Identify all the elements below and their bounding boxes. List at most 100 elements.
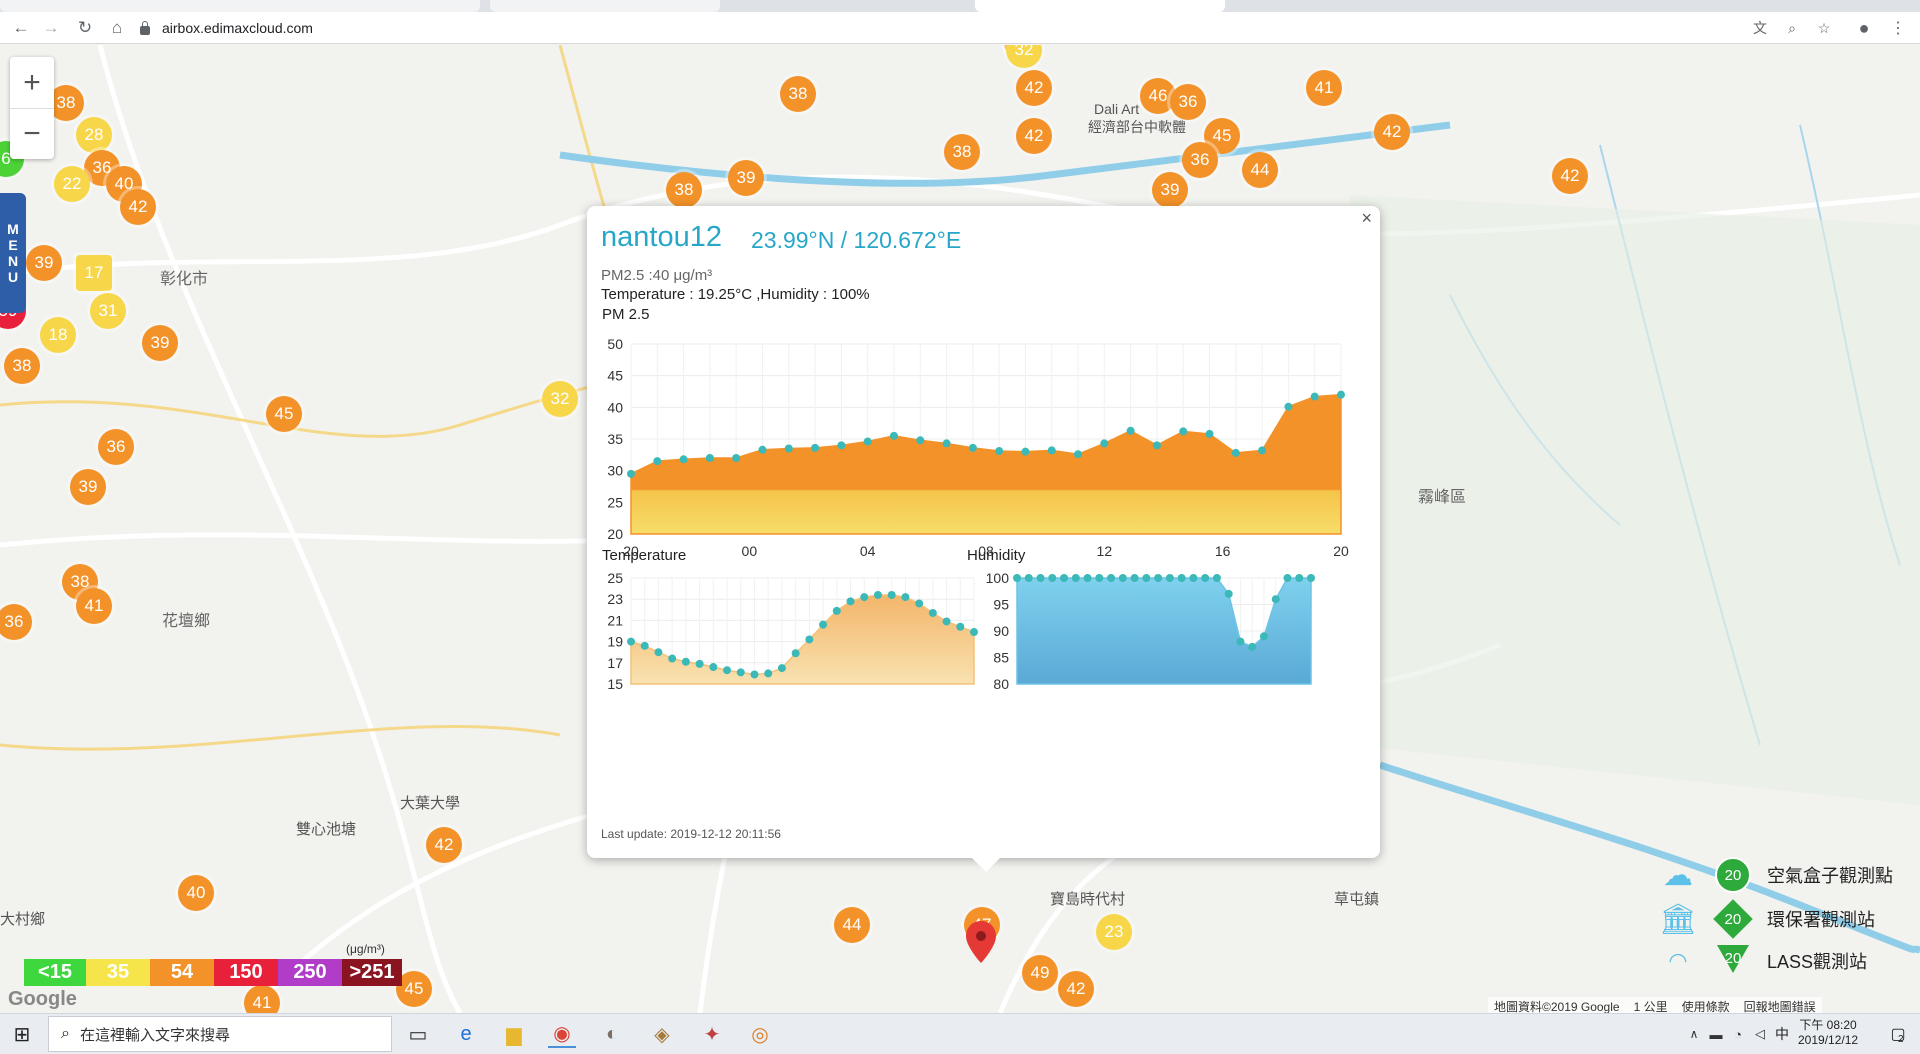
sensor-cluster[interactable]: 42 [426,827,462,863]
sensor-cluster[interactable]: 39 [26,245,62,281]
sensor-cluster[interactable]: 36 [98,429,134,465]
chart-title: PM 2.5 [602,306,650,323]
data-point [1142,574,1151,582]
windows-start-icon[interactable]: ⊞ [8,1020,36,1048]
sensor-cluster[interactable]: 41 [1306,70,1342,106]
reload-icon[interactable]: ↻ [72,15,98,41]
sensor-cluster[interactable]: 23 [1096,914,1132,950]
sensor-cluster[interactable]: 17 [76,255,112,291]
app-icon[interactable]: ◈ [648,1020,676,1048]
browser-toolbar: ← → ↻ ⌂ airbox.edimaxcloud.com 文 ⌕ ☆ ● ⋮ [0,12,1920,44]
taskbar-search-box[interactable]: ⌕ 在這裡輸入文字來搜尋 [48,1016,392,1052]
temp-humidity-reading: Temperature : 19.25°C ,Humidity : 100% [601,286,870,303]
scale-item: <15 [24,959,86,986]
edge-icon[interactable]: e [452,1020,480,1048]
scale-item: >251 [342,959,402,986]
more-icon[interactable]: ⋮ [1886,15,1910,41]
data-point [1036,574,1045,582]
data-point [1236,637,1245,646]
sensor-cluster[interactable]: 40 [178,875,214,911]
tab[interactable] [490,0,720,12]
sensor-cluster[interactable]: 44 [1242,152,1278,188]
data-point [1083,574,1092,582]
taskbar-clock[interactable]: 下午 08:20 2019/12/12 [1798,1018,1858,1048]
data-point [1231,448,1240,457]
sensor-cluster[interactable]: 32 [542,381,578,417]
sensor-cluster[interactable]: 45 [266,396,302,432]
scale-item: 150 [214,959,278,986]
report-error-link[interactable]: 回報地圖錯誤 [1744,998,1816,1013]
forward-icon[interactable]: → [38,15,64,41]
menu-letter: N [7,253,19,269]
data-point [681,657,690,666]
chrome-icon[interactable]: ◉ [548,1020,576,1048]
sensor-cluster[interactable]: 22 [54,166,90,202]
station-coordinates: 23.99°N / 120.672°E [751,227,962,253]
blender-icon[interactable]: ◎ [746,1020,774,1048]
data-point [942,439,951,448]
star-icon[interactable]: ☆ [1812,15,1836,41]
sensor-cluster[interactable]: 31 [90,293,126,329]
sensor-cluster[interactable]: 36 [1170,84,1206,120]
sensor-cluster[interactable]: 39 [1152,172,1188,208]
sensor-cluster[interactable]: 42 [120,189,156,225]
sensor-cluster[interactable]: 38 [666,172,702,208]
sensor-cluster[interactable]: 49 [1022,955,1058,991]
sensor-cluster[interactable]: 39 [728,160,764,196]
legend-label: 空氣盒子觀測點 [1767,866,1893,886]
home-icon[interactable]: ⌂ [104,15,130,41]
zoom-in-button[interactable]: + [10,57,54,108]
sensor-cluster[interactable]: 36 [1182,142,1218,178]
tab-active[interactable] [975,0,1225,12]
sensor-cluster[interactable]: 18 [40,317,76,353]
address-bar[interactable]: airbox.edimaxcloud.com [140,15,1780,41]
data-point [732,454,741,462]
sensor-cluster[interactable]: 39 [142,325,178,361]
sensor-cluster[interactable]: 38 [4,348,40,384]
data-point [1118,574,1127,582]
sensor-cluster[interactable]: 41 [76,588,112,624]
sensor-cluster[interactable]: 39 [70,469,106,505]
tab[interactable] [0,0,480,12]
y-tick-label: 50 [607,336,623,352]
data-point [1060,574,1069,582]
series-area [1016,577,1312,685]
map-attribution: 地圖資料©2019 Google 1 公里 使用條款 回報地圖錯誤 [1488,997,1822,1013]
sensor-cluster[interactable]: 38 [780,76,816,112]
sensor-cluster[interactable]: 41 [244,985,280,1013]
terms-link[interactable]: 使用條款 [1682,998,1730,1013]
translate-icon[interactable]: 文 [1748,15,1772,41]
pm-reading: PM2.5 :40 μg/m³ [601,267,713,284]
chart-title: Temperature [602,547,686,564]
file-explorer-icon[interactable]: ▆ [500,1020,528,1048]
app-icon[interactable]: ◐ [598,1020,626,1048]
app-icon[interactable]: ✦ [698,1020,726,1048]
sensor-cluster[interactable]: 42 [1058,971,1094,1007]
sensor-cluster[interactable]: 42 [1374,114,1410,150]
menu-button[interactable]: M E N U [0,193,26,313]
series-area [630,393,1342,535]
url-text: airbox.edimaxcloud.com [162,20,313,36]
humidity-chart: 80 85 90 95 100 Humidity [967,547,1315,692]
legend-epa: 🏛 20 環保署觀測站 [1655,899,1875,939]
sensor-cluster[interactable]: 42 [1552,158,1588,194]
zoom-icon[interactable]: ⌕ [1780,15,1804,41]
sensor-cluster[interactable]: 42 [1016,118,1052,154]
sensor-cluster[interactable]: 38 [944,134,980,170]
zoom-out-button[interactable]: − [10,108,54,159]
account-icon[interactable]: ● [1852,15,1876,41]
data-point [653,457,662,466]
ime-indicator[interactable]: 中 [1768,1020,1796,1048]
map-pin-icon[interactable] [966,921,996,963]
clock-time: 下午 08:20 [1799,1018,1857,1032]
close-icon[interactable]: × [1361,208,1372,229]
sensor-cluster[interactable]: 44 [834,907,870,943]
y-tick-label: 25 [607,494,623,510]
task-view-icon[interactable]: ▭ [404,1020,432,1048]
place-label: 花壇鄉 [162,613,211,630]
menu-letter: E [8,237,18,253]
sensor-cluster[interactable]: 28 [76,117,112,153]
back-icon[interactable]: ← [8,15,34,41]
sensor-cluster[interactable]: 42 [1016,70,1052,106]
y-tick-label: 90 [993,623,1009,639]
